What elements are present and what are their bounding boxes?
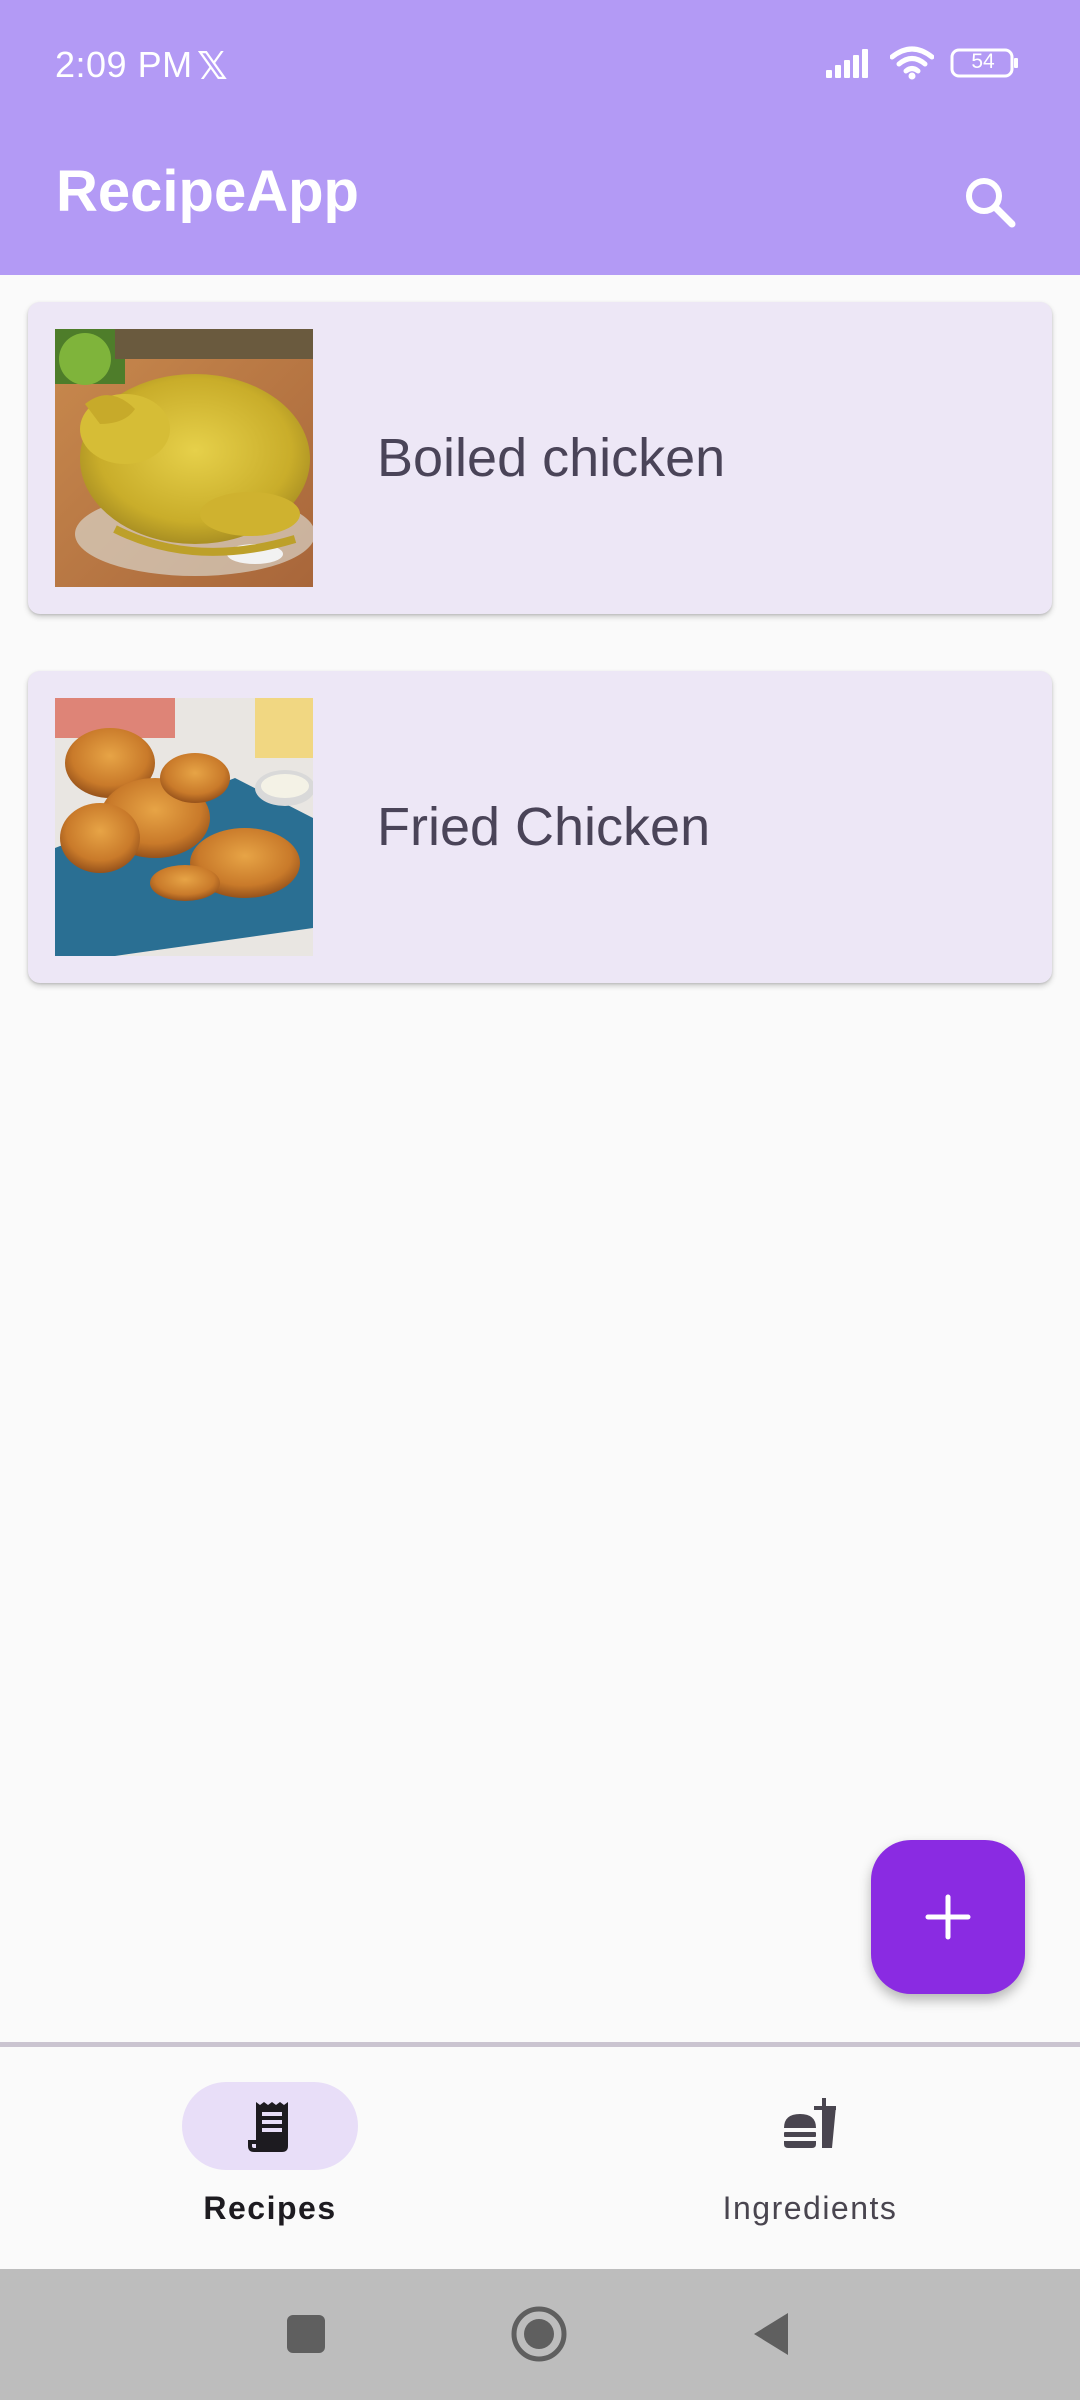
status-time: 2:09 PM xyxy=(55,44,193,85)
search-icon xyxy=(966,178,1016,228)
nav-label-ingredients: Ingredients xyxy=(722,2190,898,2226)
home-button[interactable] xyxy=(504,2299,574,2369)
battery-level: 54 xyxy=(971,50,995,73)
add-recipe-button[interactable] xyxy=(871,1840,1025,1994)
back-icon xyxy=(754,2313,788,2355)
bottom-navigation: Recipes Ingredients xyxy=(0,2047,1080,2269)
recents-icon xyxy=(287,2315,325,2353)
back-button[interactable] xyxy=(738,2299,808,2369)
status-icons: 54 xyxy=(824,46,1020,80)
home-icon xyxy=(511,2306,567,2362)
battery-icon: 54 xyxy=(950,48,1020,78)
signal-icon xyxy=(826,49,868,78)
fried-chicken-photo xyxy=(55,698,313,956)
status-bar: 2:09 PM 𝕏 54 xyxy=(0,0,1080,130)
nav-label-recipes: Recipes xyxy=(203,2190,337,2226)
recipe-name: Boiled chicken xyxy=(377,428,726,488)
fastfood-icon xyxy=(784,2098,836,2148)
boiled-chicken-photo xyxy=(55,329,313,587)
recipe-name: Fried Chicken xyxy=(377,797,711,857)
receipt-icon xyxy=(248,2102,288,2152)
recipe-card-fried-chicken[interactable]: Fried Chicken xyxy=(28,671,1052,983)
recents-button[interactable] xyxy=(271,2299,341,2369)
recipe-card-boiled-chicken[interactable]: Boiled chicken xyxy=(28,302,1052,614)
system-navigation-bar xyxy=(0,2269,1080,2400)
wifi-icon xyxy=(890,46,934,80)
search-button[interactable] xyxy=(940,152,1040,252)
screen: 2:09 PM 𝕏 54 RecipeApp Boiled chicken Fr… xyxy=(0,0,1080,2400)
nav-item-ingredients[interactable]: Ingredients xyxy=(540,2047,1080,2269)
x-logo-icon: 𝕏 xyxy=(197,44,228,88)
plus-icon xyxy=(925,1894,971,1940)
recipe-list: Boiled chicken Fried Chicken xyxy=(28,302,1052,1040)
app-bar: RecipeApp xyxy=(0,130,1080,275)
nav-item-recipes[interactable]: Recipes xyxy=(0,2047,540,2269)
app-title: RecipeApp xyxy=(56,159,359,224)
